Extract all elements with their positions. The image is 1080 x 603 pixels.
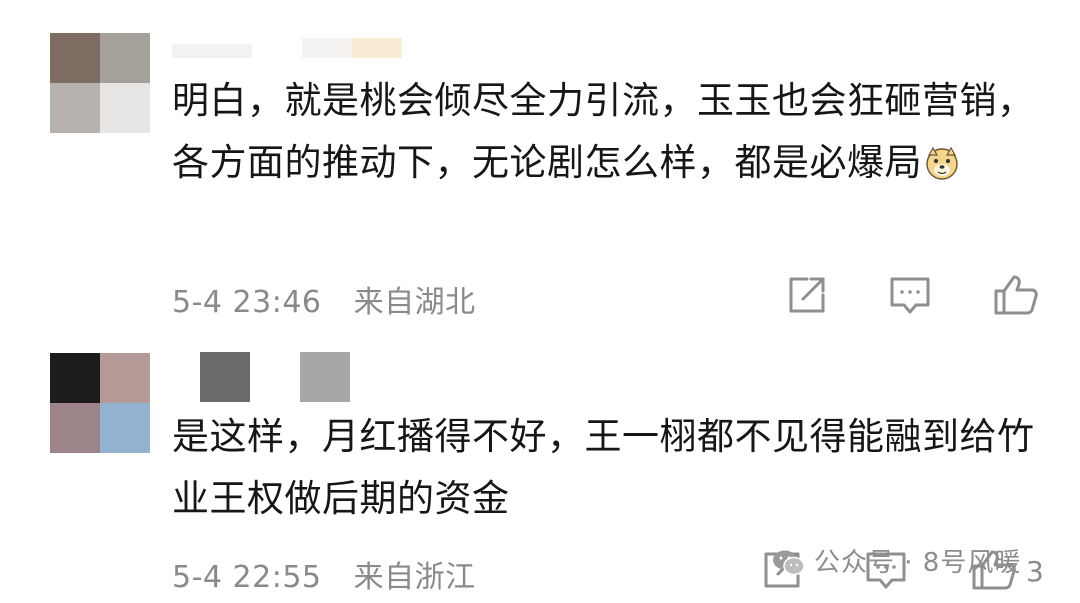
like-count: 3	[1026, 555, 1044, 588]
comment-body: 是这样，月红播得不好，王一栩都不见得能融到给竹业王权做后期的资金	[172, 415, 1035, 520]
watermark-text: 公众号 · 8号风暖	[814, 548, 1022, 578]
timestamp: 5-4 23:46	[172, 285, 322, 320]
share-button[interactable]	[783, 271, 831, 319]
reply-button[interactable]	[886, 271, 934, 319]
like-button[interactable]	[992, 271, 1040, 319]
like-icon	[994, 275, 1038, 315]
comment-text: 是这样，月红播得不好，王一栩都不见得能融到给竹业王权做后期的资金	[172, 406, 1052, 530]
comment-icon	[890, 277, 930, 314]
location: 来自湖北	[353, 285, 476, 320]
share-icon	[789, 277, 825, 313]
timestamp: 5-4 22:55	[172, 560, 322, 595]
avatar[interactable]	[50, 33, 150, 133]
username-blurred[interactable]	[172, 38, 412, 58]
comment-body: 明白，就是桃会倾尽全力引流，玉玉也会狂砸营销，各方面的推动下，无论剧怎么样，都是…	[172, 79, 1035, 184]
comment-meta: 5-4 23:46 来自湖北	[172, 277, 476, 321]
wechat-icon	[772, 549, 806, 584]
username-blurred[interactable]	[172, 352, 352, 402]
location: 来自浙江	[353, 560, 476, 595]
watermark: 公众号 · 8号风暖	[772, 542, 1021, 584]
comment-text: 明白，就是桃会倾尽全力引流，玉玉也会狂砸营销，各方面的推动下，无论剧怎么样，都是…	[172, 70, 1052, 194]
comment-meta: 5-4 22:55 来自浙江	[172, 552, 476, 596]
avatar[interactable]	[50, 353, 150, 453]
doge-emoji-icon	[924, 138, 960, 180]
